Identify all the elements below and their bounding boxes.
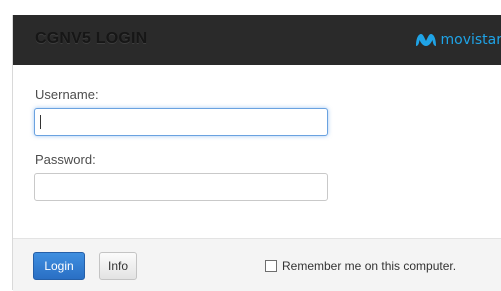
login-title: CGNV5 LOGIN <box>35 30 147 48</box>
password-label: Password: <box>35 152 96 167</box>
info-button[interactable]: Info <box>99 252 137 280</box>
login-button[interactable]: Login <box>33 252 85 280</box>
remember-me-checkbox[interactable] <box>265 260 277 272</box>
password-field[interactable] <box>34 173 328 201</box>
movistar-m-logo-icon <box>414 31 438 49</box>
username-label: Username: <box>35 87 99 102</box>
remember-me-label: Remember me on this computer. <box>282 259 456 273</box>
login-footer: Login Info Remember me on this computer. <box>13 238 501 291</box>
remember-me[interactable]: Remember me on this computer. <box>265 259 456 273</box>
brand-name: movistar <box>441 32 501 48</box>
text-cursor <box>40 115 41 129</box>
brand: movistar <box>414 29 501 51</box>
username-field[interactable] <box>34 108 328 136</box>
login-header: CGNV5 LOGIN movistar <box>13 15 501 65</box>
login-panel: CGNV5 LOGIN movistar Username: Password:… <box>12 15 501 290</box>
